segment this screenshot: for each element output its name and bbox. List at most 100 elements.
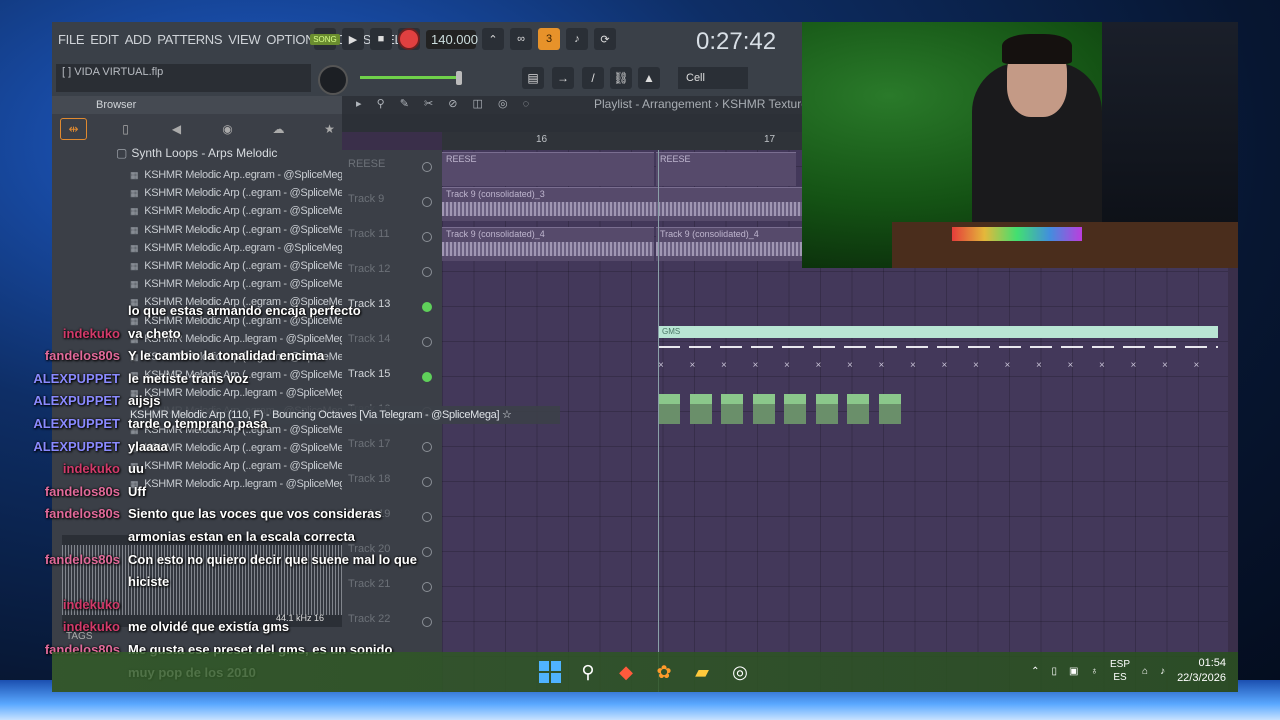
- clip-gms[interactable]: GMS: [658, 326, 1218, 338]
- playlist-tool-icons[interactable]: ▸ ⚲ ✎ ✂ ⊘ ◫ ◎ ◌: [356, 97, 535, 110]
- playlist-icon[interactable]: ▤: [522, 67, 544, 89]
- menu-view[interactable]: VIEW: [228, 32, 260, 47]
- track-header[interactable]: Track 11: [342, 222, 442, 257]
- file-explorer-icon[interactable]: ▰: [688, 658, 716, 686]
- track-mute-led[interactable]: [422, 162, 432, 172]
- menu-add[interactable]: ADD: [125, 32, 152, 47]
- pattern-song-toggle[interactable]: SONG: [310, 28, 340, 50]
- track-mute-led[interactable]: [422, 547, 432, 557]
- automation-point[interactable]: ×: [942, 360, 948, 371]
- app-tray-icon[interactable]: ▣: [1069, 666, 1078, 677]
- track15-clip[interactable]: [784, 394, 806, 424]
- automation-point[interactable]: ×: [784, 360, 790, 371]
- track15-clip[interactable]: [815, 394, 838, 424]
- clip-track9-3[interactable]: Track 9 (consolidated)_3: [442, 187, 802, 221]
- all-tab-icon[interactable]: ⇹: [60, 118, 87, 140]
- track15-clip[interactable]: [752, 394, 775, 424]
- track-mute-led[interactable]: [422, 372, 432, 382]
- track-mute-led[interactable]: [422, 582, 432, 592]
- automation-point[interactable]: ×: [1068, 360, 1074, 371]
- track-header[interactable]: Track 15: [342, 362, 442, 397]
- automation-point[interactable]: ×: [816, 360, 822, 371]
- menu-patterns[interactable]: PATTERNS: [157, 32, 222, 47]
- project-tab-icon[interactable]: ▯: [113, 119, 138, 139]
- automation-point[interactable]: ×: [1194, 360, 1200, 371]
- taskbar-clock[interactable]: 01:54 22/3/2026: [1177, 656, 1226, 686]
- step-edit-icon[interactable]: ♪: [566, 28, 588, 50]
- favorites-tab-icon[interactable]: ★: [317, 119, 342, 139]
- browser-item[interactable]: ▦ KSHMR Melodic Arp (..egram - @SpliceMeg…: [52, 221, 342, 239]
- brave-icon[interactable]: ◆: [612, 658, 640, 686]
- obs-icon[interactable]: ◎: [726, 658, 754, 686]
- track15-clip[interactable]: [689, 394, 712, 424]
- track15-clip[interactable]: [878, 394, 901, 424]
- track-mute-led[interactable]: [422, 302, 432, 312]
- track-header[interactable]: Track 22: [342, 607, 442, 642]
- automation-point[interactable]: ×: [1005, 360, 1011, 371]
- browser-item[interactable]: ▦ KSHMR Melodic Arp..egram - @SpliceMega]: [52, 239, 342, 257]
- automation-point[interactable]: ×: [1131, 360, 1137, 371]
- track15-clip[interactable]: [721, 394, 743, 424]
- browser-item[interactable]: ▦ KSHMR Melodic Arp (..egram - @SpliceMeg…: [52, 275, 342, 293]
- menu-file[interactable]: FILE: [58, 32, 85, 47]
- browser-item[interactable]: ▦ KSHMR Melodic Arp..egram - @SpliceMega]: [52, 166, 342, 184]
- track15-clip[interactable]: [658, 394, 680, 424]
- track-mute-led[interactable]: [422, 337, 432, 347]
- automation-point[interactable]: ×: [690, 360, 696, 371]
- clip-track9-4b[interactable]: Track 9 (consolidated)_4: [656, 227, 802, 261]
- master-volume-knob[interactable]: [318, 65, 348, 95]
- chevron-up-icon[interactable]: ⌃: [1031, 666, 1039, 677]
- playhead[interactable]: [658, 150, 659, 692]
- track-header[interactable]: Track 21: [342, 572, 442, 607]
- clip-track9-4a[interactable]: Track 9 (consolidated)_4: [442, 227, 654, 261]
- automation-point[interactable]: ×: [910, 360, 916, 371]
- automation-point[interactable]: ×: [879, 360, 885, 371]
- track-header[interactable]: Track 12: [342, 257, 442, 292]
- wait-icon[interactable]: ∞: [510, 28, 532, 50]
- slider-handle[interactable]: [456, 71, 462, 85]
- stamp-icon[interactable]: ▲: [638, 67, 660, 89]
- browser-item[interactable]: ▦ KSHMR Melodic Arp (..egram - @SpliceMeg…: [52, 184, 342, 202]
- volume-icon[interactable]: ♪: [1160, 666, 1165, 677]
- browser-folder[interactable]: ▢ Synth Loops - Arps Melodic: [52, 144, 342, 166]
- cloud-tab-icon[interactable]: ☁: [266, 119, 291, 139]
- automation-point[interactable]: ×: [847, 360, 853, 371]
- track-header[interactable]: Track 17: [342, 432, 442, 467]
- play-icon[interactable]: ▶: [342, 28, 364, 50]
- track-mute-led[interactable]: [422, 512, 432, 522]
- track-mute-led[interactable]: [422, 232, 432, 242]
- windows-start-icon[interactable]: [536, 658, 564, 686]
- language-indicator[interactable]: ESP ES: [1110, 658, 1130, 684]
- arrow-right-icon[interactable]: →: [552, 67, 574, 89]
- clip-reese-1[interactable]: REESE: [442, 152, 654, 186]
- track-mute-led[interactable]: [422, 442, 432, 452]
- microphone-icon[interactable]: ♁: [1091, 666, 1099, 677]
- stop-icon[interactable]: ■: [370, 28, 392, 50]
- track-mute-led[interactable]: [422, 477, 432, 487]
- search-icon[interactable]: ⚲: [574, 658, 602, 686]
- link-icon[interactable]: ⛓: [610, 67, 632, 89]
- track-mute-led[interactable]: [422, 617, 432, 627]
- battery-icon[interactable]: ▯: [1052, 666, 1058, 677]
- countdown-icon[interactable]: 3: [538, 28, 560, 50]
- metronome-icon[interactable]: ⌃: [482, 28, 504, 50]
- browser-item[interactable]: ▦ KSHMR Melodic Arp (..egram - @SpliceMeg…: [52, 202, 342, 220]
- track15-clip[interactable]: [847, 394, 869, 424]
- network-icon[interactable]: ⌂: [1142, 666, 1148, 677]
- clip-reese-2[interactable]: REESE: [656, 152, 796, 186]
- database-tab-icon[interactable]: ◉: [215, 119, 240, 139]
- automation-point[interactable]: ×: [973, 360, 979, 371]
- track-header[interactable]: Track 14: [342, 327, 442, 362]
- loop-record-icon[interactable]: ⟳: [594, 28, 616, 50]
- track-header[interactable]: Track 9: [342, 187, 442, 222]
- track-header[interactable]: REESE: [342, 152, 442, 187]
- plugins-tab-icon[interactable]: ◀: [164, 119, 189, 139]
- automation-point[interactable]: ×: [1036, 360, 1042, 371]
- track-mute-led[interactable]: [422, 197, 432, 207]
- browser-item[interactable]: ▦ KSHMR Melodic Arp (..egram - @SpliceMeg…: [52, 257, 342, 275]
- brush-icon[interactable]: /: [582, 67, 604, 89]
- automation-point[interactable]: ×: [721, 360, 727, 371]
- fl-studio-icon[interactable]: ✿: [650, 658, 678, 686]
- track-header[interactable]: Track 18: [342, 467, 442, 502]
- automation-point[interactable]: ×: [753, 360, 759, 371]
